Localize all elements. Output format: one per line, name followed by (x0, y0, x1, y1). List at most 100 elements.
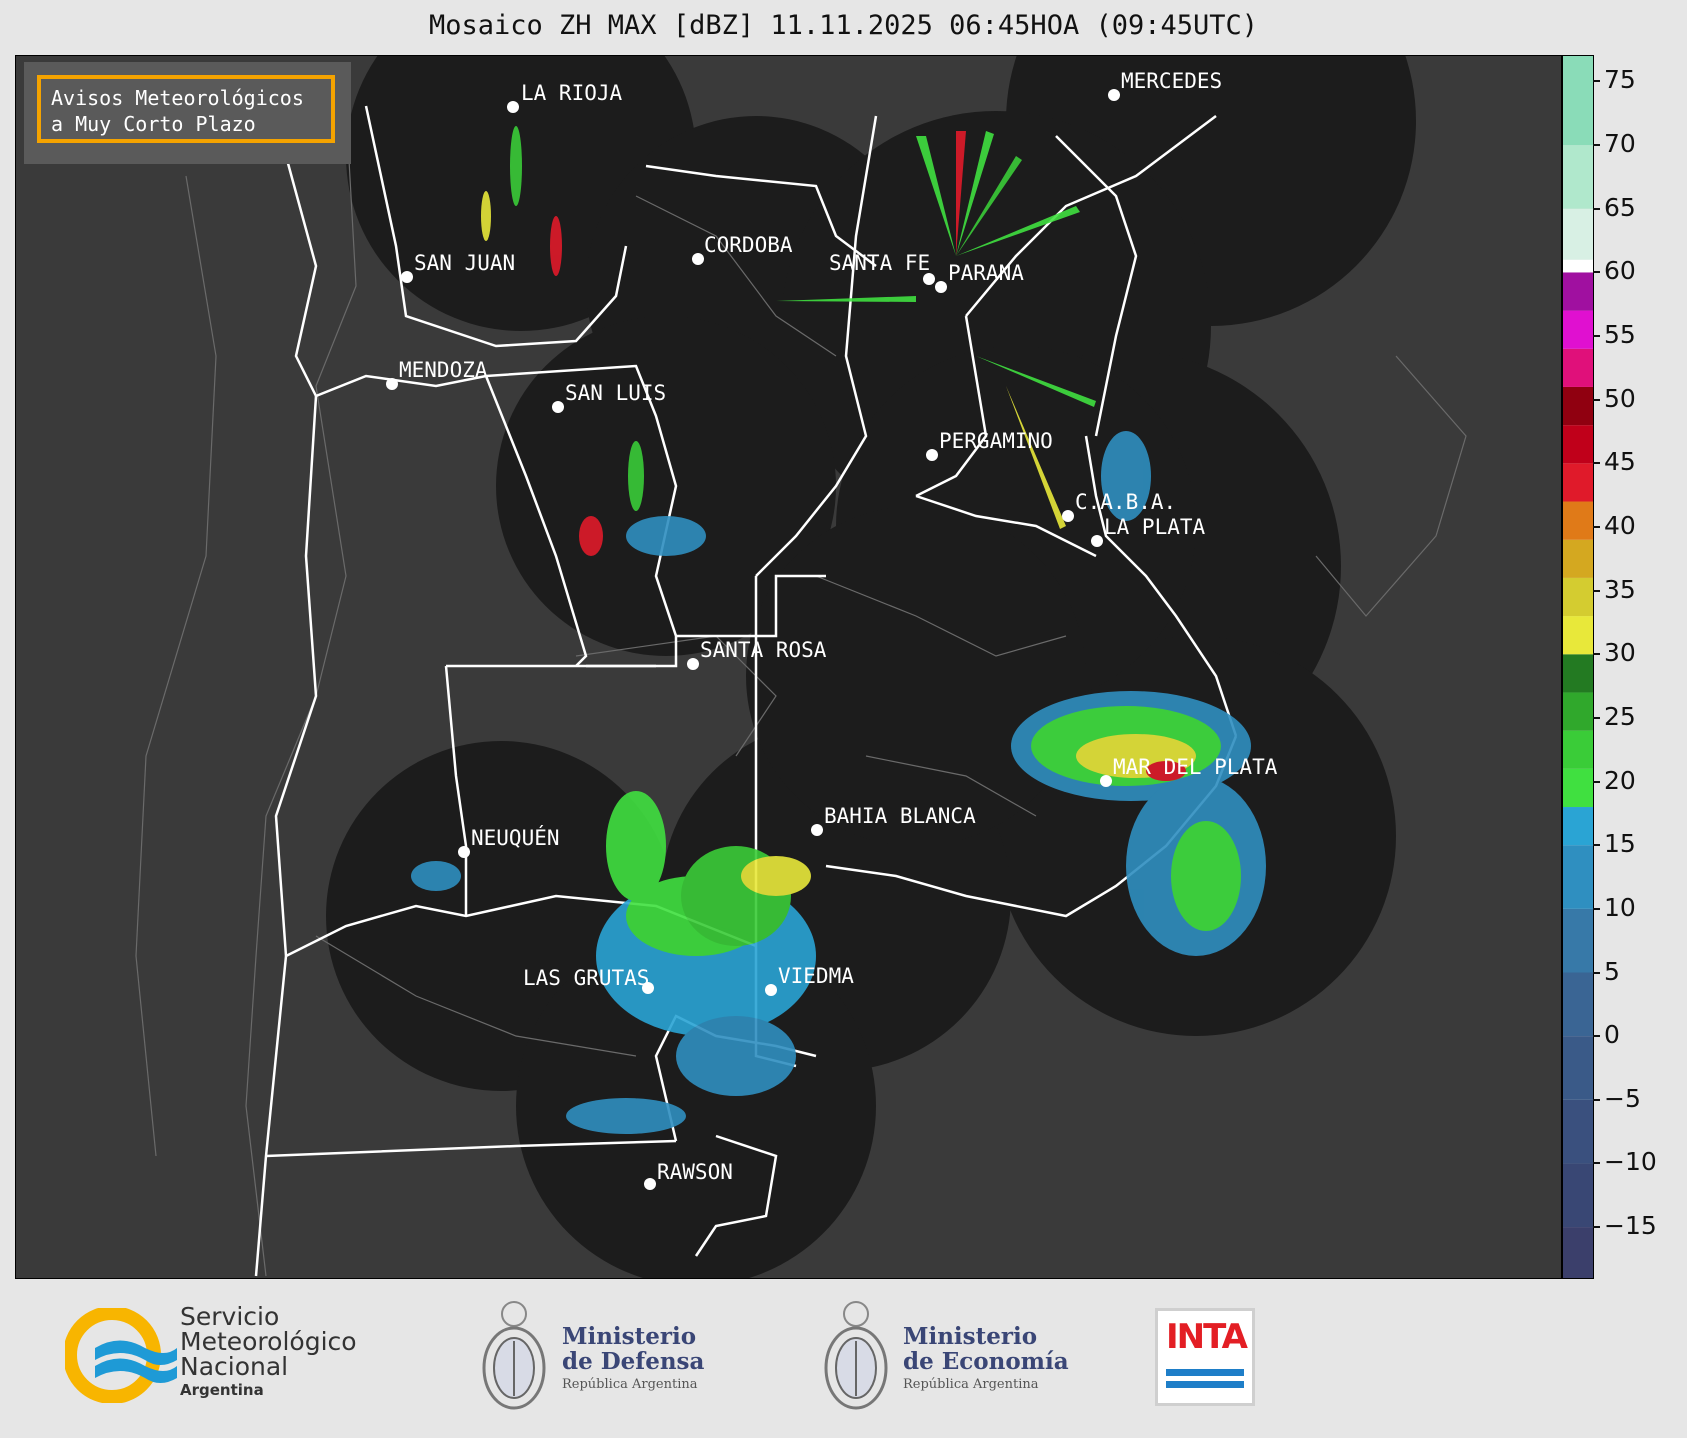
colorbar-segment (1563, 259, 1593, 273)
smn-logo-icon (65, 1308, 177, 1403)
economia-line-2: de Economía (903, 1348, 1069, 1375)
radar-map-canvas[interactable]: LA RIOJA MERCEDES CORDOBA SAN JUAN SANTA FE P… (16, 56, 1561, 1278)
colorbar-segment (1563, 1036, 1593, 1100)
colorbar-tick-label: −15 (1593, 1211, 1657, 1240)
colorbar-tick-label: 5 (1593, 957, 1620, 986)
map-title: Mosaico ZH MAX [dBZ] 11.11.2025 06:45HOA… (428, 10, 1259, 41)
city-dot (935, 281, 947, 293)
colorbar-ticks: 75 70 65 60 55 50 45 40 35 30 25 20 15 10 5 0 −5 −10 −15 (1593, 55, 1687, 1277)
notice-line-1: Avisos Meteorológicos (51, 86, 304, 110)
city-label: SAN LUIS (565, 381, 666, 405)
city-dot (1091, 535, 1103, 547)
smn-line-1: Servicio (180, 1302, 280, 1331)
city-label: MERCEDES (1121, 69, 1222, 93)
colorbar-segment (1563, 208, 1593, 260)
city-label: MAR DEL PLATA (1113, 755, 1278, 779)
notice-box[interactable]: Avisos Meteorológicos a Muy Corto Plazo (37, 75, 335, 143)
city-dot (765, 984, 777, 996)
smn-line-2: Meteorológico (180, 1327, 357, 1356)
city-label: CORDOBA (704, 233, 793, 257)
defensa-wordmark: Ministerio de Defensa República Argentin… (562, 1324, 704, 1392)
colorbar-tick-label: 55 (1593, 320, 1636, 349)
city-dot (687, 658, 699, 670)
economia-wordmark: Ministerio de Economía República Argenti… (903, 1324, 1069, 1392)
colorbar-scale (1563, 56, 1593, 1278)
colorbar-tick-label: 50 (1593, 384, 1636, 413)
colorbar-segment (1563, 56, 1593, 146)
smn-line-3: Nacional (180, 1352, 289, 1381)
city-dot (644, 1178, 656, 1190)
colorbar (1562, 55, 1594, 1279)
economia-line-1: Ministerio (903, 1323, 1038, 1350)
city-label: LA PLATA (1104, 515, 1206, 539)
city-label: SAN JUAN (414, 251, 515, 275)
colorbar-tick-label: 20 (1593, 766, 1636, 795)
colorbar-segment (1563, 616, 1593, 655)
colorbar-segment (1563, 845, 1593, 909)
defensa-seal-icon (482, 1301, 546, 1410)
colorbar-segment (1563, 145, 1593, 209)
colorbar-segment (1563, 730, 1593, 769)
notice-panel[interactable]: Avisos Meteorológicos a Muy Corto Plazo (24, 62, 351, 164)
city-label: C.A.B.A. (1075, 490, 1176, 514)
colorbar-tick-label: 15 (1593, 829, 1636, 858)
city-label: LA RIOJA (521, 81, 623, 105)
colorbar-segment (1563, 972, 1593, 1037)
radar-map[interactable]: LA RIOJA MERCEDES CORDOBA SAN JUAN SANTA FE P… (15, 55, 1562, 1279)
colorbar-segment (1563, 908, 1593, 973)
colorbar-segment (1563, 577, 1593, 617)
colorbar-segment (1563, 348, 1593, 387)
city-dot (386, 378, 398, 390)
colorbar-segment (1563, 386, 1593, 426)
city-label: MENDOZA (399, 358, 488, 382)
colorbar-tick-label: 70 (1593, 129, 1636, 158)
city-label: PARANA (948, 261, 1024, 285)
colorbar-tick-label: 10 (1593, 893, 1636, 922)
colorbar-tick-label: 30 (1593, 638, 1636, 667)
colorbar-segment (1563, 1163, 1593, 1228)
inta-label: INTA (1166, 1317, 1248, 1357)
city-dot (926, 449, 938, 461)
colorbar-segment (1563, 1099, 1593, 1164)
city-dot (1100, 775, 1112, 787)
defensa-line-3: República Argentina (562, 1377, 698, 1392)
city-dot (1108, 89, 1120, 101)
city-dot (1062, 510, 1074, 522)
colorbar-tick-label: 25 (1593, 702, 1636, 731)
colorbar-tick-label: 45 (1593, 447, 1636, 476)
city-label: SANTA FE (829, 251, 930, 275)
colorbar-segment (1563, 692, 1593, 731)
economia-seal-icon (824, 1301, 888, 1410)
city-label: RAWSON (657, 1160, 733, 1184)
defensa-line-2: de Defensa (562, 1348, 705, 1375)
smn-line-4: Argentina (180, 1381, 264, 1399)
city-label: PERGAMINO (939, 429, 1053, 453)
city-dot (692, 253, 704, 265)
economia-line-3: República Argentina (903, 1377, 1039, 1392)
city-dot (401, 271, 413, 283)
colorbar-tick-label: −10 (1593, 1147, 1657, 1176)
colorbar-tick-label: 0 (1593, 1020, 1620, 1049)
city-label: SANTA ROSA (700, 638, 827, 662)
colorbar-segment (1563, 807, 1593, 846)
colorbar-segment (1563, 768, 1593, 808)
defensa-line-1: Ministerio (562, 1323, 697, 1350)
smn-wordmark: Servicio Meteorológico Nacional Argentin… (180, 1304, 357, 1399)
colorbar-segment (1563, 539, 1593, 578)
colorbar-segment (1563, 654, 1593, 693)
city-dot (458, 846, 470, 858)
colorbar-tick-label: 40 (1593, 511, 1636, 540)
colorbar-tick-label: 60 (1593, 256, 1636, 285)
colorbar-tick-label: 65 (1593, 193, 1636, 222)
colorbar-tick-label: −5 (1593, 1084, 1641, 1113)
city-label: BAHIA BLANCA (824, 804, 976, 828)
city-label: LAS GRUTAS (523, 966, 649, 990)
colorbar-segment (1563, 463, 1593, 502)
footer-logos: Servicio Meteorológico Nacional Argentin… (0, 1278, 1687, 1438)
colorbar-tick-label: 35 (1593, 575, 1636, 604)
city-dot (811, 824, 823, 836)
colorbar-tick-label: 75 (1593, 65, 1636, 94)
colorbar-segment (1563, 272, 1593, 311)
notice-line-2: a Muy Corto Plazo (51, 112, 256, 136)
colorbar-segment (1563, 425, 1593, 464)
